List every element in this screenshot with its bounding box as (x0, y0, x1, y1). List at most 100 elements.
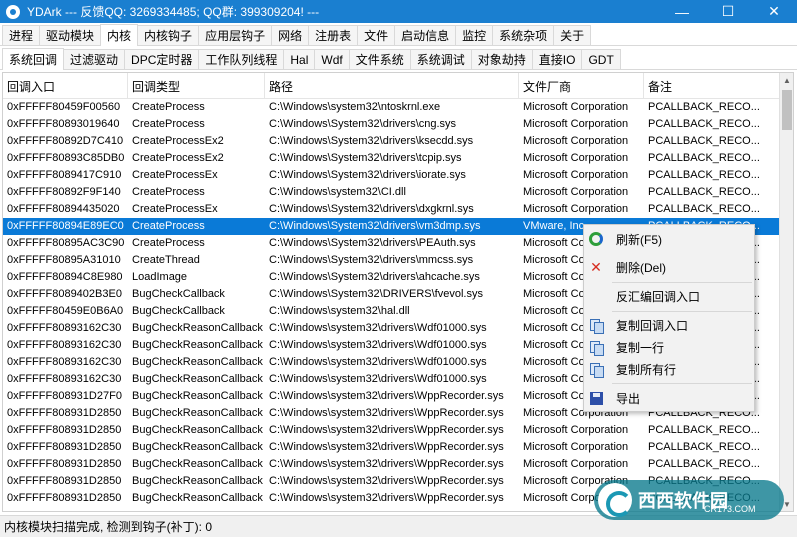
column-header-path[interactable]: 路径 (265, 73, 519, 99)
close-button[interactable]: ✕ (751, 0, 797, 23)
cell-path: C:\Windows\system32\drivers\WppRecorder.… (269, 441, 504, 453)
cell-callback-entry: 0xFFFFF808931D27F0 (7, 390, 122, 402)
table-row[interactable]: 0xFFFFF808931D2850 BugCheckReasonCallback… (3, 456, 781, 473)
cell-callback-type: BugCheckReasonCallback (132, 390, 263, 402)
save-icon (589, 391, 603, 405)
tab-kernel[interactable]: 内核 (100, 24, 139, 46)
cell-callback-type: BugCheckReasonCallback (132, 492, 263, 504)
cell-path: C:\Windows\system32\hal.dll (269, 305, 410, 317)
cell-callback-type: BugCheckReasonCallback (132, 407, 263, 419)
cell-callback-entry: 0xFFFFF808931D2850 (7, 407, 122, 419)
table-row[interactable]: 0xFFFFF808931D2850 BugCheckReasonCallback… (3, 439, 781, 456)
cell-callback-type: CreateProcessEx (132, 203, 218, 215)
cell-callback-entry: 0xFFFFF808931D2850 (7, 475, 122, 487)
cell-path: C:\Windows\System32\drivers\dxgkrnl.sys (269, 203, 474, 215)
cell-callback-type: BugCheckCallback (132, 305, 225, 317)
refresh-icon (589, 232, 603, 246)
main-tab-bar: 进程 驱动模块 内核 内核钩子 应用层钩子 网络 注册表 文件 启动信息 监控 … (0, 24, 797, 46)
table-row[interactable]: 0xFFFFF80893019640 CreateProcess C:\Window… (3, 116, 781, 133)
tab-driver-modules[interactable]: 驱动模块 (39, 25, 102, 45)
cell-callback-type: CreateProcess (132, 220, 205, 232)
cell-callback-type: CreateProcess (132, 101, 205, 113)
tab-work-queue-threads[interactable]: 工作队列线程 (198, 49, 285, 69)
cell-callback-type: BugCheckReasonCallback (132, 339, 263, 351)
tab-kernel-hooks[interactable]: 内核钩子 (137, 25, 200, 45)
menu-item-refresh[interactable]: 刷新(F5) (584, 228, 754, 250)
tab-object-hijack[interactable]: 对象劫持 (470, 49, 533, 69)
scroll-thumb[interactable] (782, 90, 792, 130)
tab-gdt[interactable]: GDT (581, 49, 621, 69)
tab-file[interactable]: 文件 (357, 25, 396, 45)
title-bar: YDArk --- 反馈QQ: 3269334485; QQ群: 3993092… (0, 0, 797, 23)
cell-callback-type: CreateThread (132, 254, 200, 266)
menu-item-label: 反汇编回调入口 (616, 289, 701, 304)
menu-separator (612, 383, 752, 384)
maximize-button[interactable]: ☐ (705, 0, 751, 23)
cell-callback-entry: 0xFFFFF80893019640 (7, 118, 120, 130)
scroll-up-arrow-icon[interactable]: ▲ (780, 73, 793, 87)
cell-callback-type: CreateProcessEx2 (132, 135, 224, 147)
cell-path: C:\Windows\System32\drivers\PEAuth.sys (269, 237, 476, 249)
tab-system-debug[interactable]: 系统调试 (409, 49, 472, 69)
tab-system-callbacks[interactable]: 系统回调 (2, 48, 65, 70)
table-row[interactable]: 0xFFFFF8089417C910 CreateProcessEx C:\Wind… (3, 167, 781, 184)
tab-network[interactable]: 网络 (271, 25, 310, 45)
cell-path: C:\Windows\System32\drivers\cng.sys (269, 118, 457, 130)
menu-item-copy-all[interactable]: 复制所有行 (584, 358, 754, 380)
cell-callback-entry: 0xFFFFF80894C8E980 (7, 271, 123, 283)
cell-callback-type: BugCheckCallback (132, 288, 225, 300)
cell-path: C:\Windows\system32\drivers\Wdf01000.sys (269, 322, 487, 334)
tab-wdf[interactable]: Wdf (314, 49, 350, 69)
cell-callback-entry: 0xFFFFF80895AC3C90 (7, 237, 125, 249)
tab-filter-drivers[interactable]: 过滤驱动 (63, 49, 126, 69)
tab-file-system[interactable]: 文件系统 (348, 49, 411, 69)
tab-system-misc[interactable]: 系统杂项 (492, 25, 555, 45)
tab-direct-io[interactable]: 直接IO (531, 49, 583, 69)
menu-item-disassemble[interactable]: 反汇编回调入口 (584, 285, 754, 307)
cell-vendor: Microsoft Corporation (523, 135, 629, 147)
table-row[interactable]: 0xFFFFF80894435020 CreateProcessEx C:\Wind… (3, 201, 781, 218)
cell-callback-type: CreateProcess (132, 118, 205, 130)
table-row[interactable]: 0xFFFFF80892D7C410 CreateProcessEx2 C:\Win… (3, 133, 781, 150)
cell-callback-entry: 0xFFFFF80459F00560 (7, 101, 121, 113)
tab-about[interactable]: 关于 (553, 25, 592, 45)
tab-user-hooks[interactable]: 应用层钩子 (198, 25, 273, 45)
tab-process[interactable]: 进程 (2, 25, 41, 45)
cell-path: C:\Windows\System32\drivers\ksecdd.sys (269, 135, 474, 147)
table-row[interactable]: 0xFFFFF808931D2850 BugCheckReasonCallback… (3, 422, 781, 439)
column-header-vendor[interactable]: 文件厂商 (519, 73, 644, 99)
cell-callback-entry: 0xFFFFF808931D2850 (7, 492, 122, 504)
cell-path: C:\Windows\System32\DRIVERS\fvevol.sys (269, 288, 483, 300)
table-row[interactable]: 0xFFFFF80892F9F140 CreateProcess C:\Window… (3, 184, 781, 201)
watermark-subtitle: CR173.COM (704, 504, 756, 514)
column-header-callback-entry[interactable]: 回调入口 (3, 73, 128, 99)
cell-callback-type: LoadImage (132, 271, 188, 283)
menu-item-copy-entry[interactable]: 复制回调入口 (584, 314, 754, 336)
cell-path: C:\Windows\System32\drivers\vm3dmp.sys (269, 220, 481, 232)
menu-item-export[interactable]: 导出 (584, 387, 754, 409)
column-header-callback-type[interactable]: 回调类型 (128, 73, 265, 99)
table-row[interactable]: 0xFFFFF80893C85DB0 CreateProcessEx2 C:\Win… (3, 150, 781, 167)
cell-callback-entry: 0xFFFFF80894435020 (7, 203, 120, 215)
cell-callback-entry: 0xFFFFF808931D2850 (7, 441, 122, 453)
tab-dpc-timers[interactable]: DPC定时器 (124, 49, 200, 69)
cell-vendor: Microsoft Corporation (523, 441, 629, 453)
cell-callback-entry: 0xFFFFF8089402B3E0 (7, 288, 122, 300)
cell-note: PCALLBACK_RECO... (648, 441, 760, 453)
menu-item-delete[interactable]: ✕ 删除(Del) (584, 256, 754, 278)
minimize-button[interactable]: — (659, 0, 705, 23)
window-title: YDArk --- 反馈QQ: 3269334485; QQ群: 3993092… (27, 5, 320, 19)
cell-callback-type: BugCheckReasonCallback (132, 475, 263, 487)
column-header-note[interactable]: 备注 (644, 73, 781, 99)
cell-path: C:\Windows\system32\drivers\WppRecorder.… (269, 390, 504, 402)
tab-hal[interactable]: Hal (283, 49, 316, 69)
tab-startup[interactable]: 启动信息 (394, 25, 457, 45)
cell-callback-entry: 0xFFFFF80893C85DB0 (7, 152, 125, 164)
tab-monitor[interactable]: 监控 (455, 25, 494, 45)
tab-registry[interactable]: 注册表 (308, 25, 359, 45)
menu-item-copy-row[interactable]: 复制一行 (584, 336, 754, 358)
cell-note: PCALLBACK_RECO... (648, 424, 760, 436)
vertical-scrollbar[interactable]: ▲ ▼ (779, 73, 793, 511)
table-row[interactable]: 0xFFFFF80459F00560 CreateProcess C:\Window… (3, 99, 781, 116)
cell-callback-entry: 0xFFFFF80892F9F140 (7, 186, 121, 198)
